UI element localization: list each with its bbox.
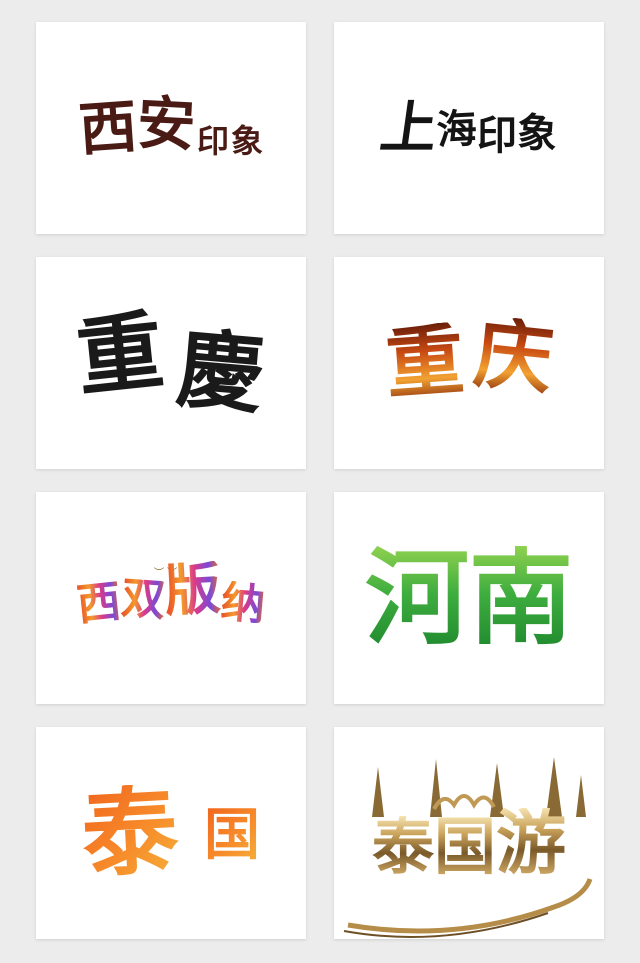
glyph: 庆 (470, 307, 558, 406)
glyph: 双 (119, 572, 168, 627)
glyph: 象 (515, 108, 559, 159)
glyph: 泰 (79, 773, 181, 892)
glyph: 重 (382, 314, 468, 411)
tile-henan[interactable]: 河 南 (334, 492, 604, 704)
glyph: 慶 (172, 318, 268, 427)
glyph: 国 (434, 810, 497, 883)
glyph: 泰 (371, 810, 434, 883)
calligraphy-chongqing-fire: 重 庆 (382, 307, 557, 411)
tile-thailand[interactable]: 泰 国 (36, 727, 306, 939)
glyph: 西 (76, 92, 140, 164)
glyph: 版 (162, 555, 223, 625)
tile-thailand-tour[interactable]: 泰 国 游 (334, 727, 604, 939)
tile-xishuangbanna[interactable]: ︶ ︶ 西 双 版 纳 (36, 492, 306, 704)
calligraphy-xian: 西 安 印 象 (76, 89, 264, 164)
title-thailand-tour: 泰 国 游 (372, 808, 566, 878)
glyph: 海 (435, 104, 478, 155)
glyph: 印 (197, 122, 230, 160)
tile-chongqing-traditional[interactable]: 重 慶 (36, 257, 306, 469)
glyph: 安 (135, 88, 197, 160)
calligraphy-chongqing-traditional: 重 慶 (72, 300, 267, 427)
image-grid: 西 安 印 象 上 海 印 象 重 慶 重 庆 ︶ ︶ 西 双 版 (0, 0, 640, 963)
glyph: 上 (376, 95, 442, 161)
tile-chongqing-fire[interactable]: 重 庆 (334, 257, 604, 469)
tile-shanghai-impression[interactable]: 上 海 印 象 (334, 22, 604, 234)
glyph: 印 (477, 112, 517, 159)
glyph: 西 (74, 575, 124, 632)
glyph: 象 (231, 122, 264, 160)
glyph: 纳 (218, 576, 268, 631)
glyph: 河 (364, 537, 469, 659)
calligraphy-xishuangbanna: 西 双 版 纳 (74, 556, 268, 632)
calligraphy-thailand: 泰 国 (79, 773, 260, 892)
graphic-henan: 河 南 (365, 546, 573, 650)
glyph: 游 (496, 801, 567, 884)
glyph: 重 (72, 299, 169, 410)
glyph: 南 (469, 537, 574, 659)
glyph: 国 (204, 802, 260, 868)
calligraphy-shanghai: 上 海 印 象 (376, 95, 559, 161)
tile-xian-impression[interactable]: 西 安 印 象 (36, 22, 306, 234)
